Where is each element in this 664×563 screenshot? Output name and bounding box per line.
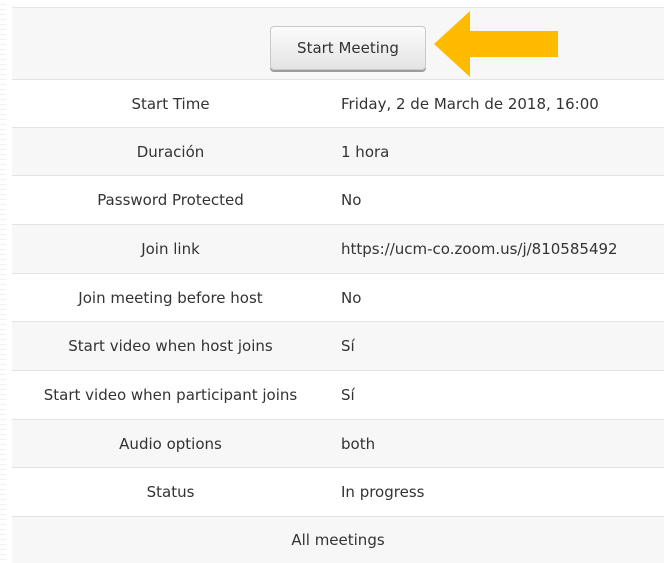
- detail-value: Friday, 2 de March de 2018, 16:00: [341, 94, 599, 113]
- detail-row-start-time: Start Time Friday, 2 de March de 2018, 1…: [12, 80, 664, 128]
- detail-value: 1 hora: [341, 142, 390, 161]
- detail-row-status: Status In progress: [12, 468, 664, 517]
- detail-value: Sí: [341, 337, 355, 355]
- detail-label: Join meeting before host: [78, 288, 263, 307]
- detail-row-audio-options: Audio options both: [12, 420, 664, 468]
- zoom-meeting-details-page: Start Meeting Start Time Friday, 2 de Ma…: [0, 0, 664, 563]
- detail-row-password-protected: Password Protected No: [12, 176, 664, 225]
- detail-value: both: [341, 434, 376, 453]
- detail-row-duration: Duración 1 hora: [12, 128, 664, 176]
- detail-value: No: [341, 288, 362, 307]
- join-link[interactable]: https://ucm-co.zoom.us/j/810585492: [341, 225, 664, 273]
- detail-label: Start video when participant joins: [43, 386, 298, 404]
- detail-label: Status: [146, 483, 195, 501]
- start-meeting-button[interactable]: Start Meeting: [270, 26, 426, 70]
- detail-label: Duración: [136, 142, 205, 161]
- detail-value: No: [341, 191, 362, 209]
- detail-label: Start video when host joins: [68, 337, 273, 355]
- detail-label: Audio options: [119, 434, 222, 453]
- detail-label: Join link: [141, 240, 200, 258]
- detail-row-participant-video: Start video when participant joins Sí: [12, 371, 664, 420]
- detail-row-host-video: Start video when host joins Sí: [12, 322, 664, 371]
- detail-value: Sí: [341, 386, 355, 404]
- arrow-left-icon: [434, 11, 558, 77]
- detail-row-join-link: Join link https://ucm-co.zoom.us/j/81058…: [12, 225, 664, 274]
- status-value: In progress: [341, 483, 425, 501]
- detail-row-join-before-host: Join meeting before host No: [12, 274, 664, 322]
- start-meeting-row: Start Meeting: [12, 8, 664, 80]
- all-meetings-link[interactable]: All meetings: [12, 517, 664, 563]
- page-edge: [0, 0, 6, 563]
- all-meetings-row: All meetings: [12, 517, 664, 563]
- detail-label: Start Time: [131, 94, 210, 113]
- detail-label: Password Protected: [97, 191, 244, 209]
